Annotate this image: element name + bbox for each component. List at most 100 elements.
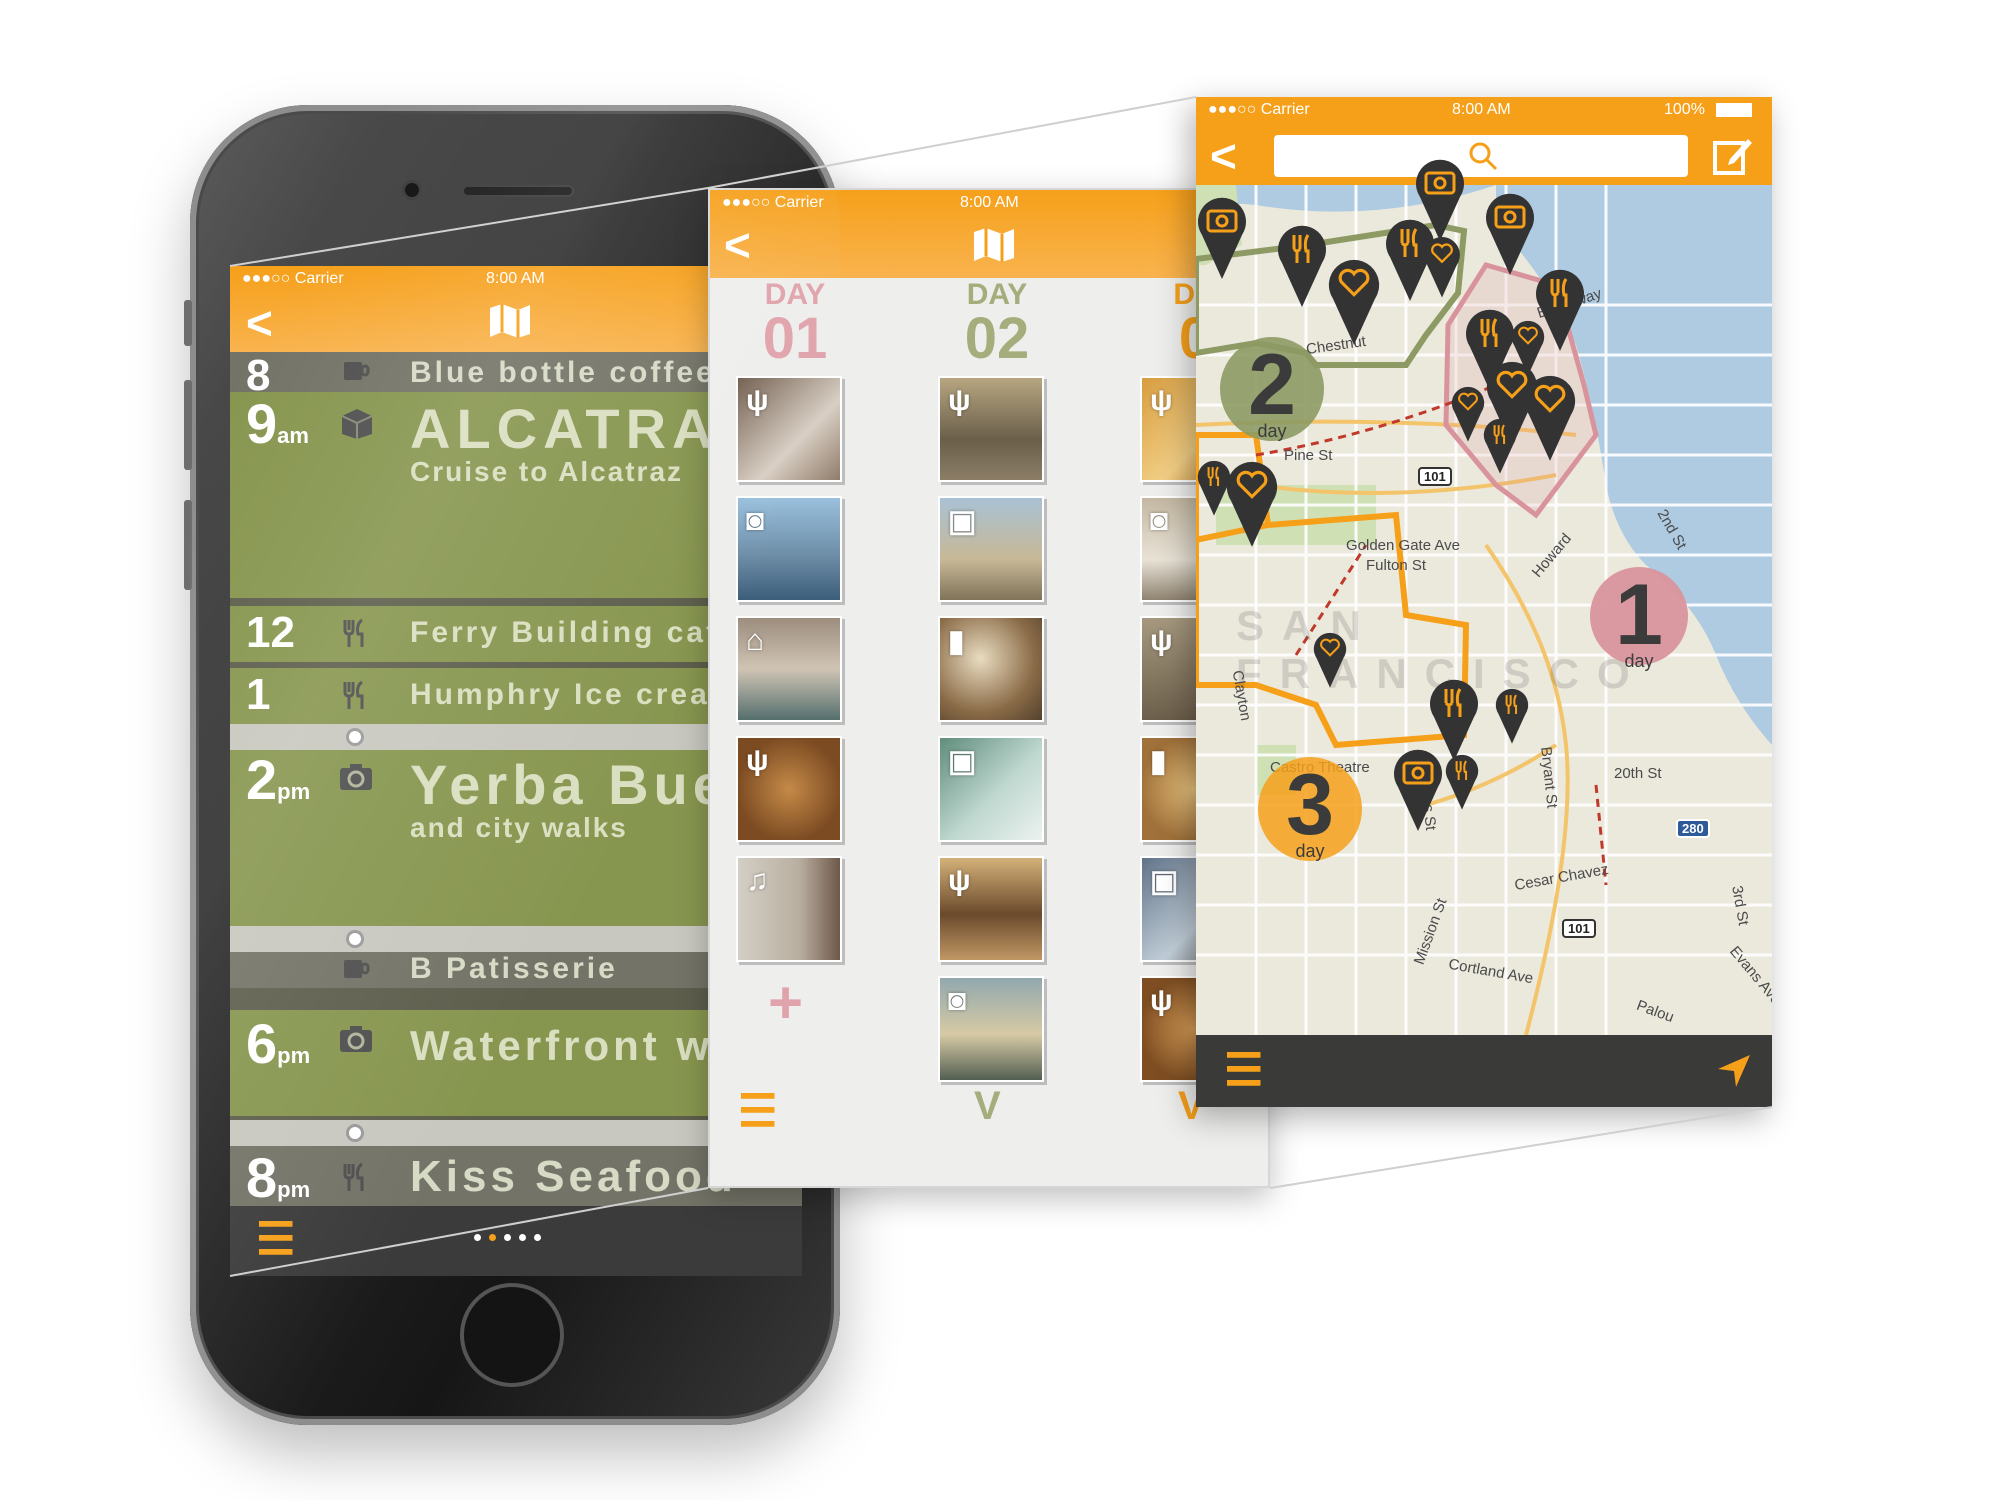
restaurant-icon <box>342 618 368 655</box>
item-subtitle: and city walks <box>410 812 628 843</box>
heart-pin-icon[interactable] <box>1450 385 1486 443</box>
hour-label: 9am <box>246 392 309 455</box>
day-2-badge[interactable]: 2 day <box>1220 337 1324 441</box>
battery-label: 100% <box>1664 101 1705 118</box>
restaurant-icon: ψ <box>1150 984 1173 1017</box>
hour-label: 2pm <box>246 748 311 811</box>
front-camera <box>402 180 422 200</box>
time-label: 8:00 AM <box>960 194 1019 211</box>
camera-icon: ◙ <box>1150 504 1169 537</box>
photo-thumbnail[interactable]: ψ <box>938 856 1044 962</box>
locate-me-icon[interactable] <box>1716 1053 1752 1089</box>
highway-101-shield: 101 <box>1562 919 1596 938</box>
photo-thumbnail[interactable]: ψ <box>736 736 842 842</box>
coffee-icon: ▮ <box>1150 745 1167 778</box>
restaurant-icon: ψ <box>948 864 971 897</box>
hour-label: 12 <box>246 608 295 657</box>
item-title: Kiss Seafood <box>410 1152 737 1201</box>
item-title: Blue bottle coffee <box>410 356 716 389</box>
restaurant-pin-icon[interactable] <box>1494 687 1530 745</box>
restaurant-pin-icon[interactable] <box>1444 753 1480 811</box>
restaurant-pin-icon[interactable] <box>1276 223 1328 309</box>
carrier-label: ●●●○○ Carrier <box>1208 101 1310 118</box>
restaurant-pin-icon[interactable] <box>1482 417 1518 475</box>
photo-thumbnail[interactable]: ♫ <box>736 856 842 962</box>
heart-pin-icon[interactable] <box>1422 235 1462 299</box>
photo-thumbnail[interactable]: ψ <box>938 376 1044 482</box>
heart-pin-icon[interactable] <box>1326 257 1382 347</box>
menu-icon[interactable]: ☰ <box>256 1218 295 1262</box>
map-screen: ●●●○○ Carrier 8:00 AM 100% < SAN FRANCIS… <box>1196 97 1772 1107</box>
restaurant-icon: ψ <box>746 384 769 417</box>
street-label: Pine St <box>1284 447 1333 464</box>
photo-thumbnail[interactable]: ▣ <box>938 496 1044 602</box>
bottom-toolbar <box>230 1206 802 1276</box>
street-label: Fulton St <box>1366 557 1427 574</box>
day-1-badge[interactable]: 1 day <box>1590 567 1688 671</box>
train-icon <box>346 930 364 948</box>
mute-switch <box>184 300 192 346</box>
day-3-badge[interactable]: 3 day <box>1258 757 1362 861</box>
photo-thumbnail[interactable]: ⌂ <box>736 616 842 722</box>
day-header-2[interactable]: DAY 02 <box>942 280 1052 368</box>
museum-icon: ▣ <box>948 505 977 538</box>
back-button[interactable]: < <box>724 218 751 272</box>
train-icon <box>346 1124 364 1142</box>
item-title: Ferry Building cafe <box>410 616 739 649</box>
carrier-label: ●●●○○ Carrier <box>242 270 344 287</box>
item-title: B Patisserie <box>410 952 618 985</box>
item-subtitle: Cruise to Alcatraz <box>410 456 684 487</box>
train-icon <box>346 728 364 746</box>
time-label: 8:00 AM <box>486 270 545 287</box>
street-label: 20th St <box>1614 765 1662 782</box>
status-bar: ●●●○○ Carrier 8:00 AM 100% <box>1196 97 1772 119</box>
photo-thumbnail[interactable]: ▣ <box>938 736 1044 842</box>
photo-thumbnail[interactable]: ◙ <box>938 976 1044 1082</box>
carrier-label: ●●●○○ Carrier <box>722 194 824 211</box>
menu-icon[interactable]: ☰ <box>1224 1049 1263 1093</box>
highway-101-shield: 101 <box>1418 467 1452 486</box>
photo-thumbnail[interactable]: ◙ <box>736 496 842 602</box>
back-button[interactable]: < <box>1210 129 1237 183</box>
item-title: Humphry Ice cream <box>410 678 740 711</box>
hour-label: 1 <box>246 670 271 719</box>
highway-280-shield: 280 <box>1676 819 1710 838</box>
hour-label: 6pm <box>246 1012 311 1075</box>
camera-icon: ◙ <box>948 984 967 1017</box>
camera-pin-icon[interactable] <box>1196 195 1248 281</box>
search-input[interactable] <box>1274 135 1688 177</box>
battery-icon <box>1716 103 1752 117</box>
map-icon[interactable] <box>972 226 1016 269</box>
museum-icon: ⌂ <box>746 624 765 657</box>
camera-pin-icon[interactable] <box>1392 747 1444 833</box>
search-icon <box>1469 142 1498 171</box>
bottom-toolbar <box>1196 1035 1772 1107</box>
volume-down-button <box>184 500 192 590</box>
heart-pin-icon[interactable] <box>1522 373 1578 463</box>
home-button[interactable] <box>460 1283 564 1387</box>
street-label: Golden Gate Ave <box>1346 537 1460 554</box>
restaurant-icon: ψ <box>746 744 769 777</box>
camera-icon: ◙ <box>746 504 765 537</box>
restaurant-icon: ψ <box>1150 624 1173 657</box>
coffee-icon <box>342 956 370 989</box>
menu-icon[interactable]: ☰ <box>738 1090 777 1134</box>
back-button[interactable]: < <box>246 296 273 350</box>
expand-day-2-button[interactable]: V <box>974 1084 1001 1129</box>
museum-icon: ▣ <box>1150 865 1179 898</box>
map-icon[interactable] <box>488 302 532 345</box>
camera-pin-icon[interactable] <box>1484 191 1536 277</box>
photo-thumbnail[interactable]: ▮ <box>938 616 1044 722</box>
heart-pin-icon[interactable] <box>1312 631 1348 689</box>
photo-thumbnail[interactable]: ψ <box>736 376 842 482</box>
time-label: 8:00 AM <box>1452 101 1511 118</box>
day-header-1[interactable]: DAY 01 <box>740 280 850 368</box>
earpiece-speaker <box>462 185 574 197</box>
edit-icon[interactable] <box>1712 135 1754 177</box>
heart-pin-icon[interactable] <box>1224 459 1280 549</box>
add-photo-button[interactable]: + <box>768 968 803 1037</box>
museum-icon: ▣ <box>948 745 977 778</box>
coffee-icon: ▮ <box>948 625 965 658</box>
volume-up-button <box>184 380 192 470</box>
restaurant-icon: ψ <box>948 384 971 417</box>
